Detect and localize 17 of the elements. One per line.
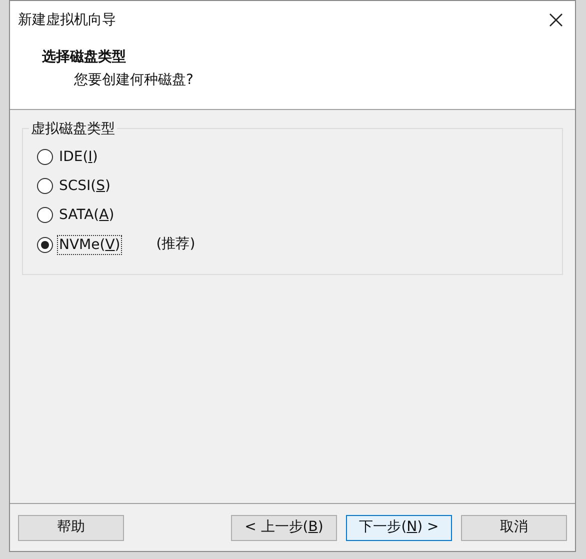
radio-label[interactable]: IDE(I) bbox=[57, 147, 100, 167]
radio-button[interactable] bbox=[37, 149, 53, 165]
next-button[interactable]: 下一步(N) > bbox=[346, 514, 452, 540]
radio-button[interactable] bbox=[37, 207, 53, 223]
recommended-note: (推荐) bbox=[156, 235, 196, 254]
close-icon[interactable] bbox=[549, 13, 563, 27]
radio-label[interactable]: SATA(A) bbox=[57, 205, 116, 225]
window-title: 新建虚拟机向导 bbox=[18, 10, 116, 30]
page-subtitle: 您要创建何种磁盘? bbox=[74, 71, 194, 90]
help-button[interactable]: 帮助 bbox=[18, 514, 124, 540]
page-title: 选择磁盘类型 bbox=[42, 48, 126, 67]
radio-button[interactable] bbox=[37, 178, 53, 194]
radio-label[interactable]: SCSI(S) bbox=[57, 176, 112, 196]
cancel-button[interactable]: 取消 bbox=[461, 514, 567, 540]
radio-label[interactable]: NVMe(V) bbox=[57, 234, 122, 254]
radio-button[interactable] bbox=[37, 236, 53, 252]
back-button[interactable]: < 上一步(B) bbox=[231, 514, 337, 540]
